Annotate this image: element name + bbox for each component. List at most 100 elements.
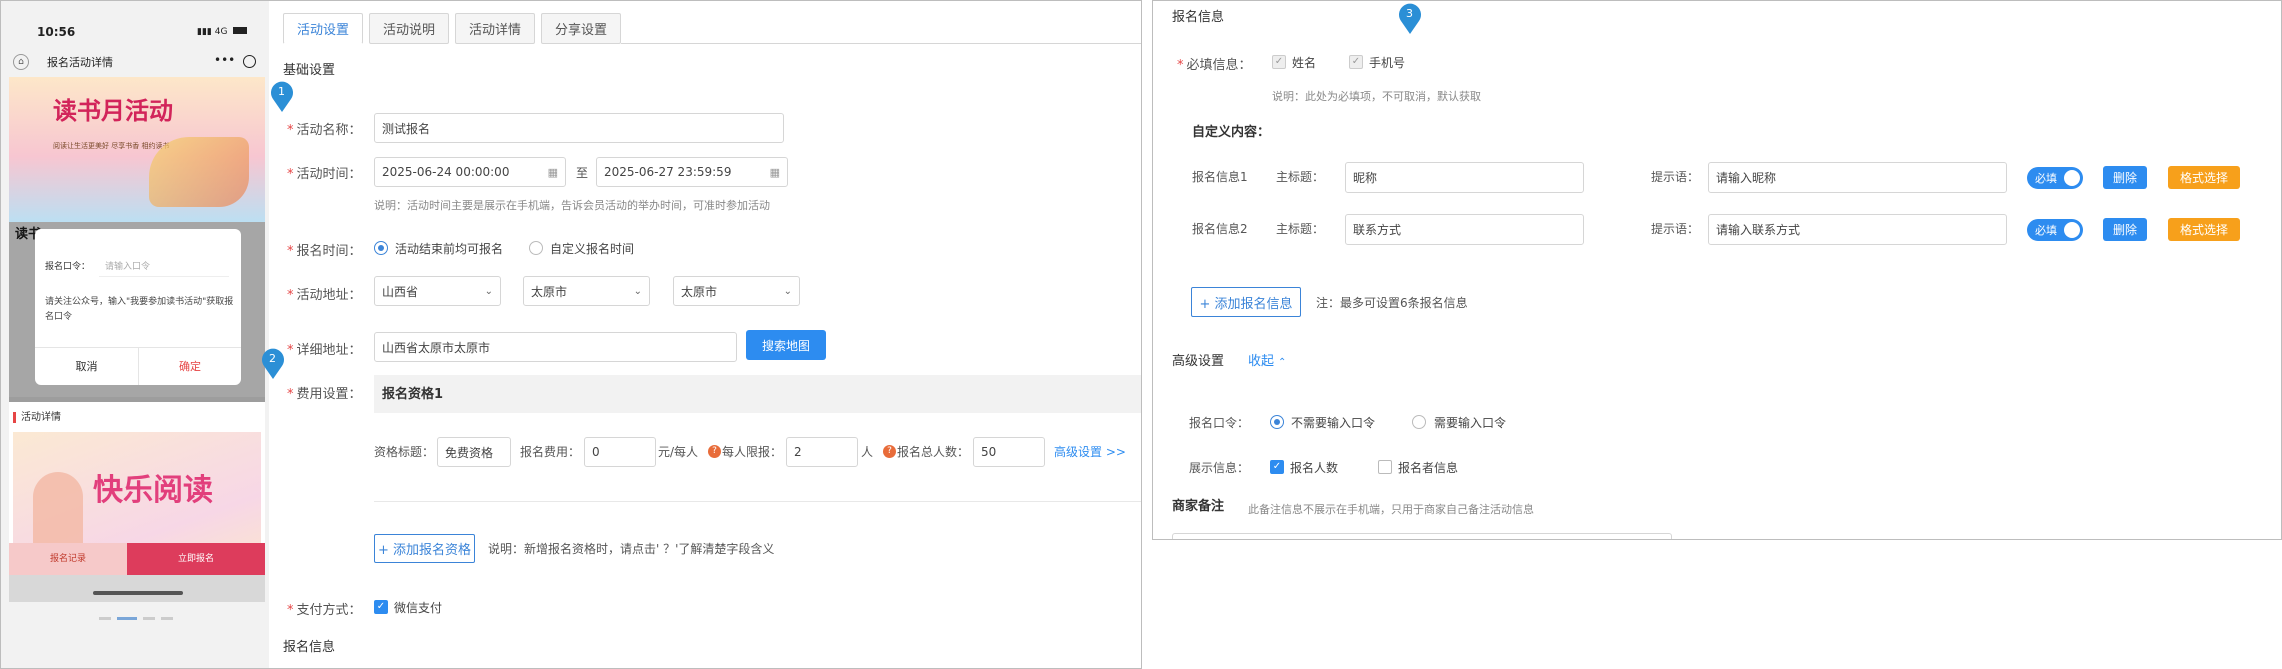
signup-before-end-radio[interactable] [374, 241, 388, 255]
signup-password-label: 报名口令： [1189, 416, 1250, 430]
fee-divider [374, 501, 1141, 502]
wechat-pay-label: 微信支付 [394, 601, 443, 615]
fee-amount-label: 报名费用： [520, 445, 581, 459]
merchant-note-textarea[interactable] [1172, 533, 1672, 539]
advanced-settings-title: 高级设置 [1172, 354, 1225, 369]
advanced-settings-link[interactable]: 高级设置 >> [1054, 446, 1126, 458]
more-icon[interactable]: ••• [214, 54, 235, 66]
qualification-header: 报名资格1 [374, 375, 1141, 413]
banner-illustration [149, 137, 249, 207]
detail-address-label: * 详细地址： [287, 343, 362, 358]
home-icon[interactable]: ⌂ [13, 54, 29, 70]
section-marker [13, 412, 16, 423]
phone-bottom-gray [9, 575, 265, 602]
delete-button[interactable]: 删除 [2103, 218, 2147, 241]
activity-name-input[interactable]: 测试报名 [374, 113, 784, 143]
need-password-radio[interactable] [1412, 415, 1426, 429]
hint-label: 提示语： [1651, 170, 1700, 184]
qual-name-input[interactable]: 免费资格 [437, 437, 511, 467]
password-dialog: 报名口令： 请输入口令 请关注公众号，输入"我要参加读书活动"获取报名口令 取消… [35, 229, 241, 385]
payment-label: * 支付方式： [287, 603, 362, 618]
display-info-label: 展示信息： [1189, 461, 1250, 475]
time-separator: 至 [576, 166, 589, 180]
time-note: 说明：活动时间主要是展示在手机端，告诉会员活动的举办时间，可准时参加活动 [374, 199, 770, 212]
dialog-input[interactable]: 请输入口令 [99, 255, 229, 277]
total-label: 报名总人数： [897, 445, 970, 459]
merchant-note-hint: 此备注信息不展示在手机端，只用于商家自己备注活动信息 [1248, 503, 1534, 516]
activity-time-label: * 活动时间： [287, 167, 362, 182]
custom-content-title: 自定义内容： [1192, 125, 1271, 140]
signup-info-title: 报名信息 [1172, 10, 1225, 25]
phone-checkbox: ✓ [1349, 55, 1363, 69]
delete-button[interactable]: 删除 [2103, 166, 2147, 189]
signup-info-title-bottom: 报名信息 [283, 640, 336, 655]
help-icon[interactable]: ? [708, 445, 721, 458]
signup-now-button[interactable]: 立即报名 [127, 543, 265, 575]
signup-before-end-label: 活动结束前均可报名 [395, 242, 504, 256]
no-password-label: 不需要输入口令 [1291, 416, 1376, 430]
signup-user-info-checkbox[interactable] [1378, 460, 1392, 474]
city-select[interactable]: 太原市 ⌄ [523, 276, 650, 306]
district-select[interactable]: 太原市 ⌄ [673, 276, 800, 306]
need-password-label: 需要输入口令 [1434, 416, 1507, 430]
custom-row-label: 报名信息1 [1192, 170, 1248, 184]
target-icon[interactable] [243, 55, 256, 68]
dialog-confirm-button[interactable]: 确定 [139, 348, 241, 385]
tab-share-settings[interactable]: 分享设置 [541, 13, 621, 44]
dialog-label: 报名口令： [45, 262, 91, 272]
hint-label: 提示语： [1651, 222, 1700, 236]
required-toggle[interactable]: 必填 [2027, 219, 2083, 241]
limit-label: 每人限报： [722, 445, 783, 459]
search-map-button[interactable]: 搜索地图 [746, 330, 826, 360]
end-time-input[interactable]: 2025-06-27 23:59:59 ▦ [596, 157, 788, 187]
required-toggle[interactable]: 必填 [2027, 167, 2083, 189]
detail-address-input[interactable]: 山西省太原市太原市 [374, 332, 737, 362]
format-select-button[interactable]: 格式选择 [2168, 218, 2240, 241]
collapse-link[interactable]: 收起 ⌃ [1248, 355, 1286, 368]
hint-input[interactable]: 请输入联系方式 [1708, 214, 2007, 245]
dialog-cancel-button[interactable]: 取消 [35, 348, 138, 385]
chevron-up-icon: ⌃ [1278, 357, 1287, 368]
tab-activity-settings[interactable]: 活动设置 [283, 13, 363, 44]
no-password-radio[interactable] [1270, 415, 1284, 429]
name-checkbox: ✓ [1272, 55, 1286, 69]
tabs-baseline [621, 43, 1141, 44]
start-time-input[interactable]: 2025-06-24 00:00:00 ▦ [374, 157, 566, 187]
fee-amount-input[interactable]: 0 [584, 437, 656, 467]
hint-input[interactable]: 请输入昵称 [1708, 162, 2007, 193]
chevron-down-icon: ⌄ [633, 285, 642, 297]
calendar-icon: ▦ [769, 165, 780, 179]
phone-banner: 读书月活动 阅读让生活更美好 尽享书香 相约读书 [9, 77, 265, 222]
page-dots [99, 617, 179, 621]
qual-name-label: 资格标题： [374, 445, 435, 459]
help-icon[interactable]: ? [883, 445, 896, 458]
chevron-down-icon: ⌄ [484, 285, 493, 297]
signup-count-checkbox[interactable]: ✓ [1270, 460, 1284, 474]
chevron-down-icon: ⌄ [783, 285, 792, 297]
wechat-pay-checkbox[interactable]: ✓ [374, 600, 388, 614]
marker-pin-1-label: 1 [278, 85, 285, 98]
main-title-label: 主标题： [1276, 222, 1325, 236]
signup-user-info-label: 报名者信息 [1398, 461, 1459, 475]
signal-icon: ▮▮▮ [197, 27, 215, 37]
tab-activity-details[interactable]: 活动详情 [455, 13, 535, 44]
main-title-input[interactable]: 昵称 [1345, 162, 1584, 193]
name-label: 姓名 [1292, 56, 1317, 70]
phone-bottom-bar: 报名记录 立即报名 [9, 543, 265, 575]
home-indicator [93, 591, 183, 595]
province-select[interactable]: 山西省 ⌄ [374, 276, 501, 306]
tab-activity-description[interactable]: 活动说明 [369, 13, 449, 44]
fee-unit: 元/每人 [658, 445, 699, 459]
limit-input[interactable]: 2 [786, 437, 858, 467]
format-select-button[interactable]: 格式选择 [2168, 166, 2240, 189]
add-qualification-button[interactable]: + 添加报名资格 [374, 534, 475, 563]
records-button[interactable]: 报名记录 [9, 543, 127, 575]
add-signup-info-button[interactable]: + 添加报名信息 [1191, 287, 1301, 317]
calendar-icon: ▦ [547, 165, 558, 179]
basic-settings-title: 基础设置 [283, 63, 336, 78]
signup-count-label: 报名人数 [1290, 461, 1339, 475]
total-input[interactable]: 50 [973, 437, 1045, 467]
custom-signup-time-label: 自定义报名时间 [550, 242, 635, 256]
main-title-input[interactable]: 联系方式 [1345, 214, 1584, 245]
custom-signup-time-radio[interactable] [529, 241, 543, 255]
